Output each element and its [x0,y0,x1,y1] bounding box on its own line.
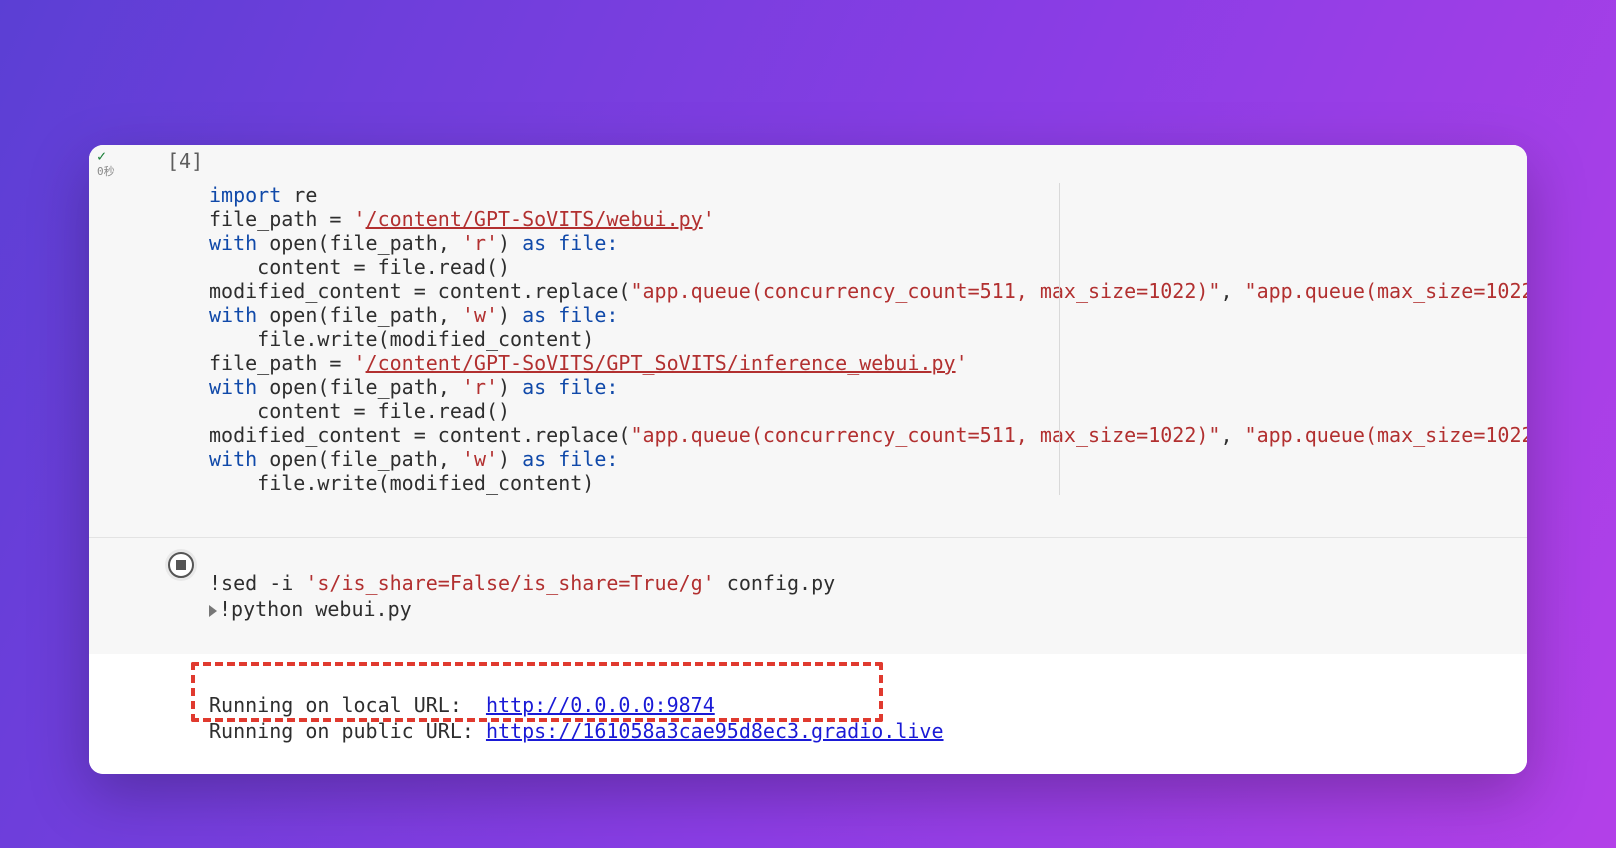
local-url-link[interactable]: http://0.0.0.0:9874 [486,693,715,717]
notebook-panel: ✓ 0秒 [4] import re file_path = '/content… [89,145,1527,774]
stop-execution-button[interactable] [168,552,194,578]
public-url-label: Running on public URL: [209,719,486,743]
public-url-link[interactable]: https://161058a3cae95d8ec3.gradio.live [486,719,944,743]
cell-output: Running on local URL: http://0.0.0.0:987… [89,654,1527,774]
exec-count: [4] [167,149,203,173]
code-cell-running[interactable]: !sed -i 's/is_share=False/is_share=True/… [89,537,1527,654]
code-cell-executed[interactable]: ✓ 0秒 [4] import re file_path = '/content… [89,145,1527,537]
code-block-1[interactable]: import re file_path = '/content/GPT-SoVI… [209,183,1527,495]
cell-gutter: ✓ 0秒 [97,149,157,177]
output-text: Running on local URL: http://0.0.0.0:987… [209,692,1527,744]
local-url-label: Running on local URL: [209,693,486,717]
chevron-right-icon [209,605,217,617]
exec-timing: 0秒 [97,166,157,177]
ruler-line [1059,183,1060,495]
check-icon: ✓ [97,149,157,164]
stop-icon [176,560,186,570]
code-block-2[interactable]: !sed -i 's/is_share=False/is_share=True/… [209,570,1527,622]
